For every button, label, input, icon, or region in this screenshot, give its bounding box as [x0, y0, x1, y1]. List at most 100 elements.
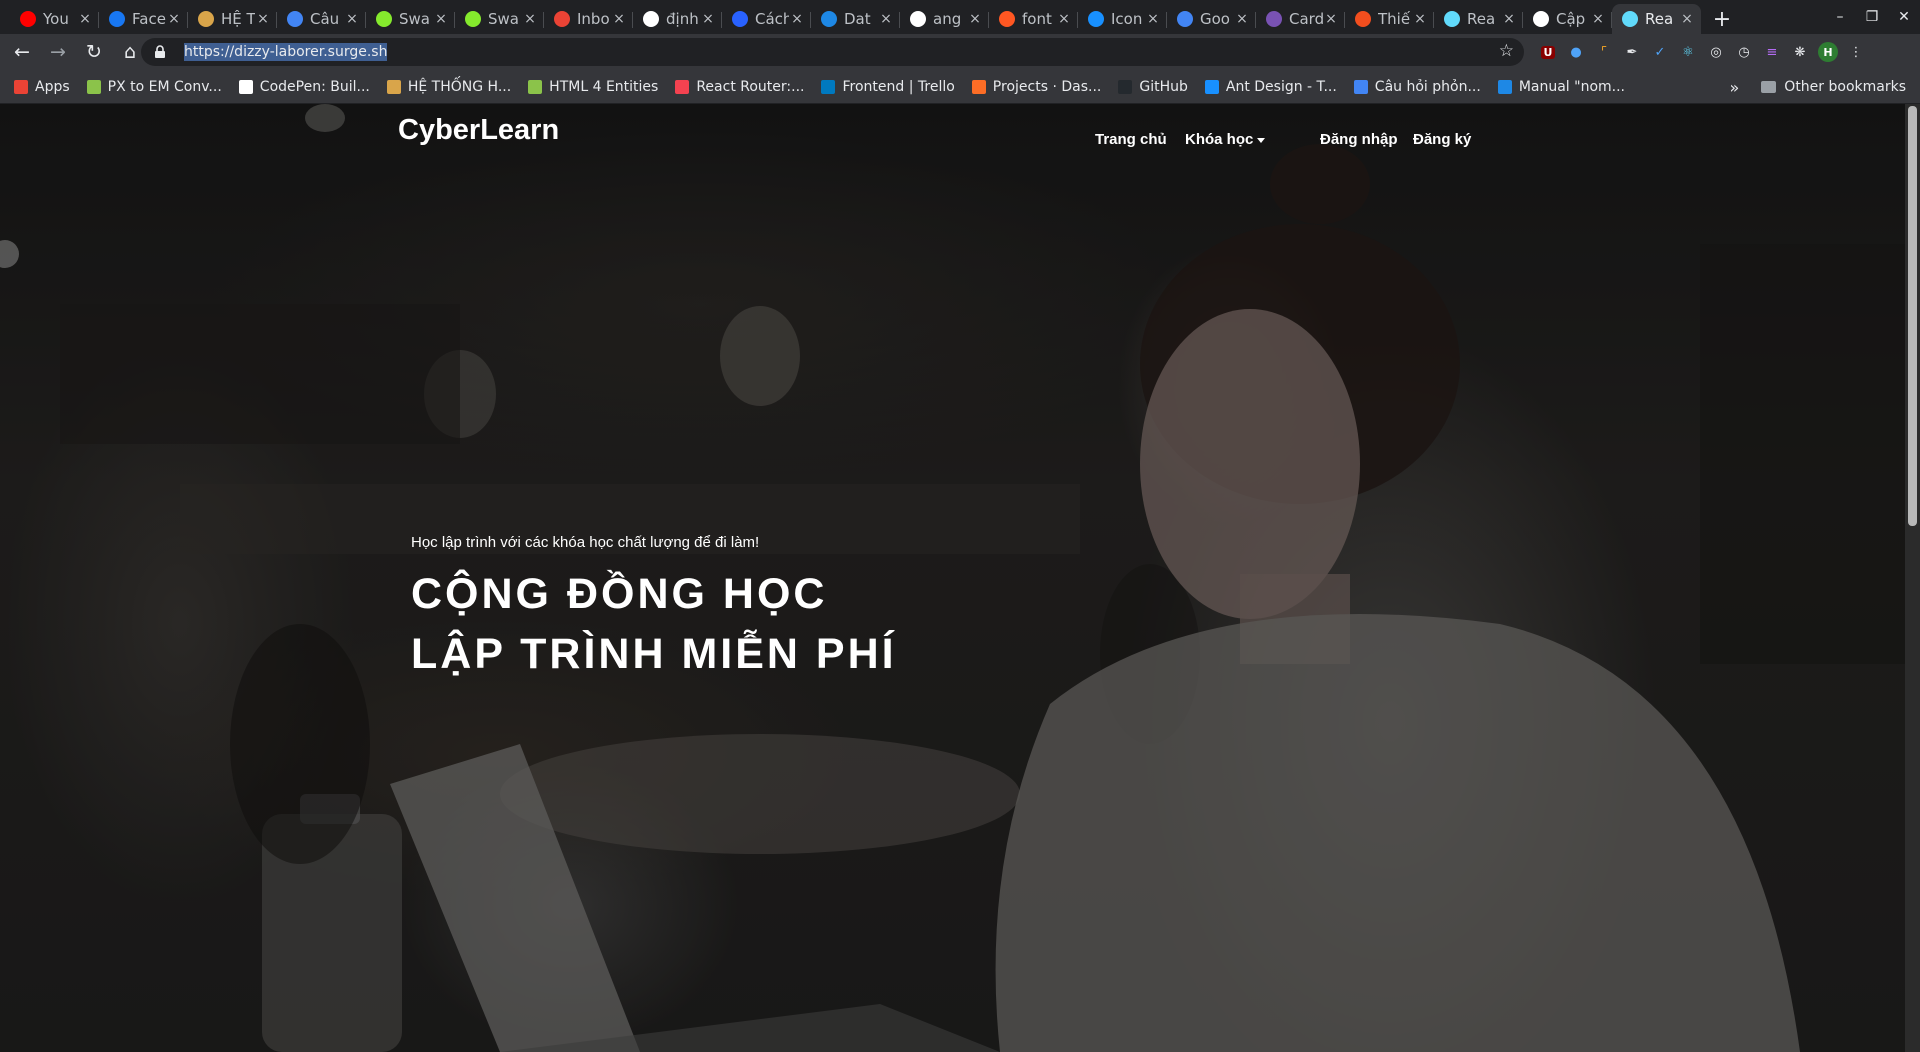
restore-icon[interactable]: ❐ [1856, 0, 1888, 34]
close-tab-icon[interactable]: × [1412, 11, 1428, 27]
other-bookmarks-folder[interactable]: Other bookmarks [1784, 79, 1906, 95]
site-logo[interactable]: CyberLearn [398, 114, 559, 147]
browser-tab[interactable]: Thiế × [1345, 4, 1434, 34]
tab-title: Rea [1645, 10, 1674, 28]
gmail-icon [554, 11, 570, 27]
page-scrollbar[interactable] [1905, 104, 1920, 1052]
bookmark-item[interactable]: GitHub [1118, 79, 1188, 95]
browser-tab[interactable]: font × [989, 4, 1078, 34]
ublock-icon[interactable]: U [1534, 38, 1562, 66]
bookmark-item[interactable]: Ant Design - T... [1204, 79, 1337, 95]
close-tab-icon[interactable]: × [522, 11, 538, 27]
nav-link-register[interactable]: Đăng ký [1413, 131, 1471, 148]
bookmark-item[interactable]: Câu hỏi phỏn... [1353, 79, 1481, 95]
browser-tab[interactable]: Goo × [1167, 4, 1256, 34]
close-window-icon[interactable]: ✕ [1888, 0, 1920, 34]
close-tab-icon[interactable]: × [1323, 11, 1339, 27]
tab-strip: You × Face × HỆ T × Câu × Swa × Swa × Inbo × định × Cách… [0, 0, 1920, 34]
browser-tab[interactable]: Câu × [277, 4, 366, 34]
browser-tab[interactable]: You × [10, 4, 99, 34]
browser-tab[interactable]: Rea × [1434, 4, 1523, 34]
close-tab-icon[interactable]: × [1056, 11, 1072, 27]
extensions-puzzle-icon[interactable]: ❋ [1786, 38, 1814, 66]
close-tab-icon[interactable]: × [166, 11, 182, 27]
redux-devtools-icon[interactable]: ≡ [1758, 38, 1786, 66]
hero-title-line-2: LẬP TRÌNH MIỄN PHÍ [411, 630, 897, 678]
bookmark-star-icon[interactable]: ☆ [1499, 41, 1514, 61]
reload-icon[interactable]: ↻ [76, 34, 112, 70]
bookmark-item[interactable]: Manual "nom... [1497, 79, 1625, 95]
forward-icon[interactable]: → [40, 34, 76, 70]
browser-tab[interactable]: Cập × [1523, 4, 1612, 34]
close-tab-icon[interactable]: × [700, 11, 716, 27]
tab-title: Cập [1556, 10, 1586, 28]
folder-icon [1761, 81, 1777, 93]
nav-courses-dropdown[interactable]: Khóa học [1185, 131, 1266, 148]
tab-title: Câu [310, 10, 340, 28]
url-text[interactable]: https://dizzy-laborer.surge.sh [184, 43, 388, 61]
browser-tab[interactable]: Cách × [722, 4, 811, 34]
new-tab-button[interactable]: + [1707, 4, 1737, 34]
box-icon [198, 11, 214, 27]
translate-icon [1177, 11, 1193, 27]
scrollbar-thumb[interactable] [1908, 106, 1917, 526]
back-icon[interactable]: ← [4, 34, 40, 70]
extension-eyedropper-icon[interactable]: ✓ [1646, 38, 1674, 66]
close-tab-icon[interactable]: × [1145, 11, 1161, 27]
close-tab-icon[interactable]: × [1501, 11, 1517, 27]
nav-link-home[interactable]: Trang chủ [1095, 131, 1167, 148]
tab-title: Card [1289, 10, 1323, 28]
browser-tab[interactable]: ang × [900, 4, 989, 34]
browser-menu-icon[interactable]: ⋮ [1842, 38, 1870, 66]
bookmark-item[interactable]: HTML 4 Entities [528, 79, 658, 95]
bookmark-item[interactable]: Apps [14, 79, 70, 95]
bookmark-item[interactable]: React Router:... [675, 79, 804, 95]
browser-tab[interactable]: Inbo × [544, 4, 633, 34]
close-tab-icon[interactable]: × [611, 11, 627, 27]
close-tab-icon[interactable]: × [1590, 11, 1606, 27]
bookmark-item[interactable]: Projects · Das... [971, 79, 1101, 95]
minimize-icon[interactable]: – [1824, 0, 1856, 34]
close-tab-icon[interactable]: × [344, 11, 360, 27]
browser-tab[interactable]: Icon × [1078, 4, 1167, 34]
extension-clock-icon[interactable]: ◷ [1730, 38, 1758, 66]
address-bar[interactable]: https://dizzy-laborer.surge.sh ☆ [141, 38, 1524, 66]
bookmark-item[interactable]: PX to EM Conv... [86, 79, 222, 95]
nav-link-login[interactable]: Đăng nhập [1320, 131, 1398, 148]
extensions-bar: U ● ⌜ ✒ ✓ ⚛ ◎ ◷ ≡ ❋ H ⋮ [1534, 34, 1870, 70]
browser-tab[interactable]: định × [633, 4, 722, 34]
browser-tab[interactable]: Swa × [366, 4, 455, 34]
browser-tab[interactable]: HỆ T × [188, 4, 277, 34]
close-tab-icon[interactable]: × [878, 11, 894, 27]
bookmark-item[interactable]: Frontend | Trello [821, 79, 955, 95]
browser-tab[interactable]: Swa × [455, 4, 544, 34]
apps-grid-icon [14, 79, 28, 94]
browser-tab[interactable]: Face × [99, 4, 188, 34]
px-to-em-icon [86, 79, 101, 94]
bookmark-label: Apps [35, 78, 70, 95]
bookmark-label: HTML 4 Entities [549, 78, 659, 95]
close-tab-icon[interactable]: × [255, 11, 271, 27]
bookmark-label: React Router:... [696, 78, 805, 95]
close-tab-icon[interactable]: × [1234, 11, 1250, 27]
extension-flag-icon[interactable]: ⌜ [1590, 38, 1618, 66]
browser-toolbar: ← → ↻ ⌂ https://dizzy-laborer.surge.sh ☆… [0, 34, 1920, 70]
close-tab-icon[interactable]: × [433, 11, 449, 27]
close-tab-icon[interactable]: × [789, 11, 805, 27]
code-icon [999, 11, 1015, 27]
extension-target-icon[interactable]: ◎ [1702, 38, 1730, 66]
close-tab-icon[interactable]: × [77, 11, 93, 27]
browser-tab[interactable]: Rea × [1612, 4, 1701, 34]
extension-badge-icon[interactable]: ● [1562, 38, 1590, 66]
close-tab-icon[interactable]: × [1679, 11, 1695, 27]
bookmark-item[interactable]: HỆ THỐNG H... [386, 79, 511, 95]
browser-tab[interactable]: Dat × [811, 4, 900, 34]
close-tab-icon[interactable]: × [967, 11, 983, 27]
react-devtools-icon[interactable]: ⚛ [1674, 38, 1702, 66]
profile-avatar-icon[interactable]: H [1814, 38, 1842, 66]
bookmarks-overflow-icon[interactable]: » [1730, 78, 1740, 97]
tab-title: Swa [399, 10, 430, 28]
bookmark-item[interactable]: CodePen: Buil... [238, 79, 370, 95]
browser-tab[interactable]: Card × [1256, 4, 1345, 34]
extension-pen-icon[interactable]: ✒ [1618, 38, 1646, 66]
